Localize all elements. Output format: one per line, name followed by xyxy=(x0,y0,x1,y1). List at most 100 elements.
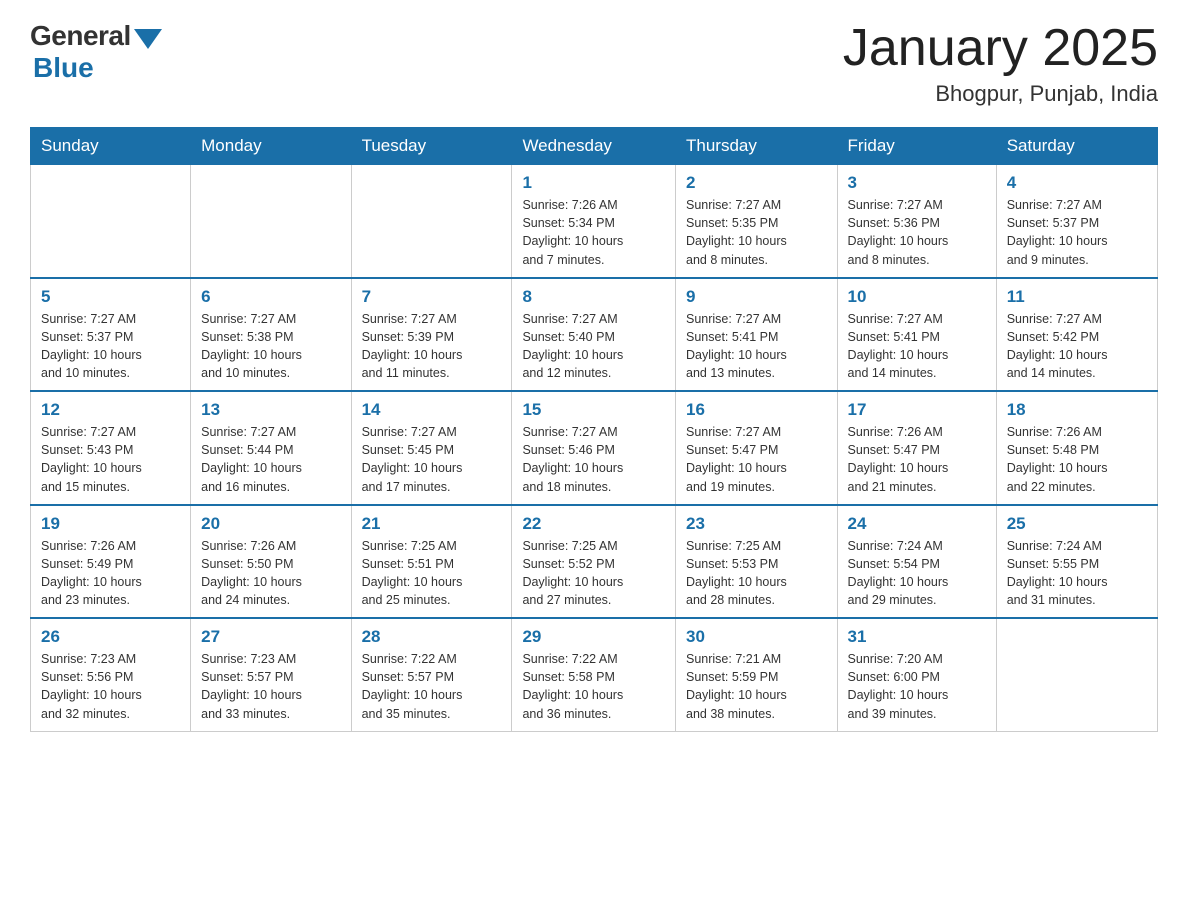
calendar-cell: 25Sunrise: 7:24 AMSunset: 5:55 PMDayligh… xyxy=(996,505,1157,619)
day-info: Sunrise: 7:27 AMSunset: 5:40 PMDaylight:… xyxy=(522,310,665,383)
calendar-cell: 30 Sunrise: 7:21 AMSunset: 5:59 PMDayligh… xyxy=(676,618,838,731)
day-number: 13 xyxy=(201,400,340,420)
weekday-header-thursday: Thursday xyxy=(676,128,838,165)
day-number: 12 xyxy=(41,400,180,420)
day-number: 8 xyxy=(522,287,665,307)
calendar-cell: 15 Sunrise: 7:27 AMSunset: 5:46 PMDayligh… xyxy=(512,391,676,505)
calendar-cell: 9 Sunrise: 7:27 AMSunset: 5:41 PMDaylight… xyxy=(676,278,838,392)
day-info: Sunrise: 7:27 AMSunset: 5:46 PMDaylight:… xyxy=(522,423,665,496)
calendar-week-row: 5 Sunrise: 7:27 AMSunset: 5:37 PMDaylight… xyxy=(31,278,1158,392)
calendar-cell: 17 Sunrise: 7:26 AMSunset: 5:47 PMDayligh… xyxy=(837,391,996,505)
day-number: 9 xyxy=(686,287,827,307)
day-info: Sunrise: 7:25 AMSunset: 5:52 PMDaylight:… xyxy=(522,537,665,610)
day-number: 15 xyxy=(522,400,665,420)
day-info: Sunrise: 7:22 AMSunset: 5:58 PMDaylight:… xyxy=(522,650,665,723)
calendar-cell xyxy=(996,618,1157,731)
calendar-week-row: 26 Sunrise: 7:23 AMSunset: 5:56 PMDayligh… xyxy=(31,618,1158,731)
day-info: Sunrise: 7:27 AMSunset: 5:43 PMDaylight:… xyxy=(41,423,180,496)
day-info: Sunrise: 7:20 AMSunset: 6:00 PMDaylight:… xyxy=(848,650,986,723)
logo-arrow-icon xyxy=(134,29,162,49)
day-number: 21 xyxy=(362,514,502,534)
calendar-cell: 21 Sunrise: 7:25 AMSunset: 5:51 PMDayligh… xyxy=(351,505,512,619)
day-info: Sunrise: 7:26 AMSunset: 5:50 PMDaylight:… xyxy=(201,537,340,610)
calendar-cell: 26 Sunrise: 7:23 AMSunset: 5:56 PMDayligh… xyxy=(31,618,191,731)
calendar-cell: 10Sunrise: 7:27 AMSunset: 5:41 PMDayligh… xyxy=(837,278,996,392)
day-info: Sunrise: 7:22 AMSunset: 5:57 PMDaylight:… xyxy=(362,650,502,723)
calendar-cell: 18 Sunrise: 7:26 AMSunset: 5:48 PMDayligh… xyxy=(996,391,1157,505)
month-title: January 2025 xyxy=(843,20,1158,77)
calendar-cell: 20 Sunrise: 7:26 AMSunset: 5:50 PMDayligh… xyxy=(191,505,351,619)
day-info: Sunrise: 7:27 AMSunset: 5:47 PMDaylight:… xyxy=(686,423,827,496)
calendar-cell xyxy=(31,165,191,278)
day-number: 5 xyxy=(41,287,180,307)
day-number: 11 xyxy=(1007,287,1147,307)
day-number: 7 xyxy=(362,287,502,307)
day-number: 26 xyxy=(41,627,180,647)
weekday-header-wednesday: Wednesday xyxy=(512,128,676,165)
logo: General Blue xyxy=(30,20,162,84)
calendar-cell: 27 Sunrise: 7:23 AMSunset: 5:57 PMDayligh… xyxy=(191,618,351,731)
logo-blue-text: Blue xyxy=(33,52,94,84)
day-info: Sunrise: 7:27 AMSunset: 5:41 PMDaylight:… xyxy=(686,310,827,383)
day-number: 30 xyxy=(686,627,827,647)
calendar-cell: 11Sunrise: 7:27 AMSunset: 5:42 PMDayligh… xyxy=(996,278,1157,392)
day-info: Sunrise: 7:25 AMSunset: 5:51 PMDaylight:… xyxy=(362,537,502,610)
day-number: 29 xyxy=(522,627,665,647)
day-number: 27 xyxy=(201,627,340,647)
calendar-cell: 29 Sunrise: 7:22 AMSunset: 5:58 PMDayligh… xyxy=(512,618,676,731)
weekday-header-sunday: Sunday xyxy=(31,128,191,165)
calendar-cell: 5 Sunrise: 7:27 AMSunset: 5:37 PMDaylight… xyxy=(31,278,191,392)
day-info: Sunrise: 7:27 AMSunset: 5:37 PMDaylight:… xyxy=(41,310,180,383)
calendar-cell: 8 Sunrise: 7:27 AMSunset: 5:40 PMDaylight… xyxy=(512,278,676,392)
day-number: 3 xyxy=(848,173,986,193)
calendar-table: SundayMondayTuesdayWednesdayThursdayFrid… xyxy=(30,127,1158,732)
day-info: Sunrise: 7:23 AMSunset: 5:57 PMDaylight:… xyxy=(201,650,340,723)
day-number: 22 xyxy=(522,514,665,534)
calendar-cell: 16Sunrise: 7:27 AMSunset: 5:47 PMDayligh… xyxy=(676,391,838,505)
day-number: 2 xyxy=(686,173,827,193)
day-info: Sunrise: 7:21 AMSunset: 5:59 PMDaylight:… xyxy=(686,650,827,723)
calendar-cell: 14 Sunrise: 7:27 AMSunset: 5:45 PMDayligh… xyxy=(351,391,512,505)
weekday-header-tuesday: Tuesday xyxy=(351,128,512,165)
calendar-cell: 6 Sunrise: 7:27 AMSunset: 5:38 PMDaylight… xyxy=(191,278,351,392)
day-info: Sunrise: 7:25 AMSunset: 5:53 PMDaylight:… xyxy=(686,537,827,610)
day-number: 20 xyxy=(201,514,340,534)
day-info: Sunrise: 7:27 AMSunset: 5:35 PMDaylight:… xyxy=(686,196,827,269)
day-number: 18 xyxy=(1007,400,1147,420)
day-info: Sunrise: 7:23 AMSunset: 5:56 PMDaylight:… xyxy=(41,650,180,723)
calendar-cell: 12 Sunrise: 7:27 AMSunset: 5:43 PMDayligh… xyxy=(31,391,191,505)
location-text: Bhogpur, Punjab, India xyxy=(843,81,1158,107)
title-area: January 2025 Bhogpur, Punjab, India xyxy=(843,20,1158,107)
day-number: 19 xyxy=(41,514,180,534)
day-info: Sunrise: 7:27 AMSunset: 5:44 PMDaylight:… xyxy=(201,423,340,496)
day-info: Sunrise: 7:27 AMSunset: 5:45 PMDaylight:… xyxy=(362,423,502,496)
day-info: Sunrise: 7:24 AMSunset: 5:54 PMDaylight:… xyxy=(848,537,986,610)
day-number: 28 xyxy=(362,627,502,647)
calendar-cell xyxy=(191,165,351,278)
day-info: Sunrise: 7:27 AMSunset: 5:38 PMDaylight:… xyxy=(201,310,340,383)
calendar-cell: 3Sunrise: 7:27 AMSunset: 5:36 PMDaylight… xyxy=(837,165,996,278)
calendar-week-row: 12 Sunrise: 7:27 AMSunset: 5:43 PMDayligh… xyxy=(31,391,1158,505)
day-number: 6 xyxy=(201,287,340,307)
calendar-cell: 1Sunrise: 7:26 AMSunset: 5:34 PMDaylight… xyxy=(512,165,676,278)
day-number: 31 xyxy=(848,627,986,647)
calendar-cell: 2 Sunrise: 7:27 AMSunset: 5:35 PMDaylight… xyxy=(676,165,838,278)
weekday-header-row: SundayMondayTuesdayWednesdayThursdayFrid… xyxy=(31,128,1158,165)
day-number: 17 xyxy=(848,400,986,420)
day-number: 1 xyxy=(522,173,665,193)
logo-general-text: General xyxy=(30,20,131,52)
day-info: Sunrise: 7:27 AMSunset: 5:41 PMDaylight:… xyxy=(848,310,986,383)
weekday-header-saturday: Saturday xyxy=(996,128,1157,165)
calendar-cell: 4Sunrise: 7:27 AMSunset: 5:37 PMDaylight… xyxy=(996,165,1157,278)
calendar-cell: 7 Sunrise: 7:27 AMSunset: 5:39 PMDaylight… xyxy=(351,278,512,392)
day-info: Sunrise: 7:26 AMSunset: 5:48 PMDaylight:… xyxy=(1007,423,1147,496)
day-info: Sunrise: 7:26 AMSunset: 5:49 PMDaylight:… xyxy=(41,537,180,610)
weekday-header-monday: Monday xyxy=(191,128,351,165)
day-number: 4 xyxy=(1007,173,1147,193)
day-number: 14 xyxy=(362,400,502,420)
calendar-cell: 28 Sunrise: 7:22 AMSunset: 5:57 PMDayligh… xyxy=(351,618,512,731)
calendar-cell: 31 Sunrise: 7:20 AMSunset: 6:00 PMDayligh… xyxy=(837,618,996,731)
day-info: Sunrise: 7:26 AMSunset: 5:47 PMDaylight:… xyxy=(848,423,986,496)
day-info: Sunrise: 7:27 AMSunset: 5:39 PMDaylight:… xyxy=(362,310,502,383)
calendar-cell: 13 Sunrise: 7:27 AMSunset: 5:44 PMDayligh… xyxy=(191,391,351,505)
